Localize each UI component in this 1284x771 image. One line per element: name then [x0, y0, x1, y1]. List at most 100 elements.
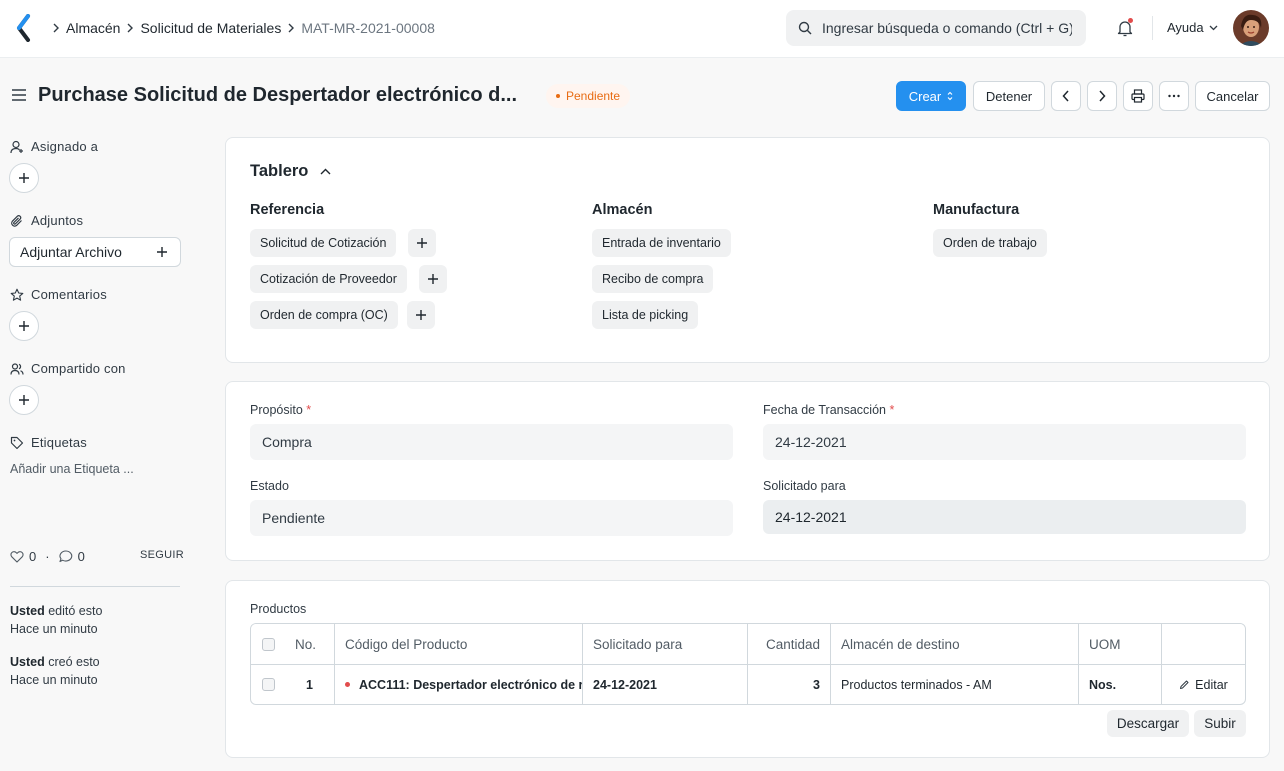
table-row[interactable]: 1 ACC111: Despertador electrónico de r 2…	[251, 664, 1245, 704]
header-required-by: Solicitado para	[582, 624, 747, 664]
warehouse-column-title: Almacén	[592, 202, 653, 218]
status-label: Pendiente	[566, 89, 621, 103]
plus-icon	[427, 273, 439, 285]
next-doc-button[interactable]	[1087, 81, 1117, 111]
comment-count: 0	[77, 549, 85, 564]
header-item-code: Código del Producto	[334, 624, 582, 664]
header-no: No.	[295, 636, 317, 652]
chevron-down-icon	[1209, 25, 1218, 31]
status-field: Pendiente	[250, 500, 733, 536]
row-edit-label: Editar	[1195, 677, 1228, 692]
cancel-button[interactable]: Cancelar	[1195, 81, 1270, 111]
status-field-label: Estado	[250, 479, 289, 493]
dashboard-toggle[interactable]: Tablero	[250, 162, 331, 181]
row-select-cell	[251, 665, 285, 704]
items-table: No. Código del Producto Solicitado para …	[250, 623, 1246, 705]
sidebar-divider	[10, 586, 180, 587]
plus-icon	[18, 394, 30, 406]
activity-item: Usted creó esto Hace un minuto	[10, 653, 100, 689]
link-stock-entry[interactable]: Entrada de inventario	[592, 229, 731, 257]
help-menu[interactable]: Ayuda	[1167, 20, 1218, 35]
row-no: 1	[306, 677, 313, 692]
breadcrumb-warehouse[interactable]: Almacén	[66, 20, 120, 36]
star-icon	[10, 288, 24, 302]
add-purchase-order-button[interactable]	[407, 301, 435, 329]
user-add-icon	[10, 140, 24, 154]
purpose-select[interactable]: Compra	[250, 424, 733, 460]
add-assignee-button[interactable]	[9, 163, 39, 193]
add-tag-link[interactable]: Añadir una Etiqueta ...	[10, 462, 134, 476]
shared-with-section: Compartido con	[10, 361, 126, 376]
row-checkbox[interactable]	[261, 678, 275, 691]
tag-icon	[10, 436, 24, 450]
attach-file-label: Adjuntar Archivo	[20, 244, 122, 260]
search-input[interactable]	[822, 20, 1072, 36]
header-actions	[1161, 624, 1245, 664]
sidebar-toggle-icon[interactable]	[11, 88, 27, 102]
activity-action: editó esto	[48, 604, 103, 618]
transaction-date-label: Fecha de Transacción *	[763, 403, 895, 417]
tags-section: Etiquetas	[10, 435, 87, 450]
select-all-cell	[251, 624, 285, 664]
link-supplier-quotation[interactable]: Cotización de Proveedor	[250, 265, 407, 293]
add-share-button[interactable]	[9, 385, 39, 415]
link-pick-list[interactable]: Lista de picking	[592, 301, 699, 329]
required-by-field[interactable]: 24-12-2021	[763, 500, 1246, 534]
select-all-checkbox[interactable]	[261, 637, 275, 651]
row-uom[interactable]: Nos.	[1078, 665, 1161, 704]
comment-bubble-icon	[59, 550, 73, 563]
pencil-icon	[1179, 679, 1190, 690]
link-purchase-order[interactable]: Orden de compra (OC)	[250, 301, 398, 329]
row-qty[interactable]: 3	[747, 665, 830, 704]
chevron-left-icon	[1062, 90, 1070, 102]
tags-label: Etiquetas	[31, 435, 88, 450]
row-warehouse[interactable]: Productos terminados - AM	[830, 665, 1078, 704]
select-arrows-icon	[947, 91, 953, 101]
link-work-order[interactable]: Orden de trabajo	[933, 229, 1047, 257]
attachments-label: Adjuntos	[31, 213, 84, 228]
search-bar[interactable]	[786, 10, 1086, 46]
plus-icon	[416, 237, 428, 249]
breadcrumb-material-request[interactable]: Solicitud de Materiales	[140, 20, 281, 36]
row-required-by[interactable]: 24-12-2021	[582, 665, 747, 704]
follow-button[interactable]: SEGUIR	[140, 549, 184, 561]
printer-icon	[1131, 89, 1145, 103]
link-purchase-receipt[interactable]: Recibo de compra	[592, 265, 714, 293]
row-item-code[interactable]: ACC111: Despertador electrónico de r	[334, 665, 582, 704]
likes-comments-summary: 0 · 0	[10, 549, 85, 564]
row-edit-button[interactable]: Editar	[1161, 665, 1245, 704]
download-button[interactable]: Descargar	[1107, 710, 1189, 737]
activity-action: creó esto	[48, 655, 100, 669]
add-supplier-quotation-button[interactable]	[419, 265, 447, 293]
app-logo[interactable]	[14, 14, 34, 42]
link-quotation-request[interactable]: Solicitud de Cotización	[250, 229, 397, 257]
activity-user: Usted	[10, 655, 45, 669]
transaction-date-field[interactable]: 24-12-2021	[763, 424, 1246, 460]
chevron-right-icon	[120, 23, 140, 33]
row-item-code-text: ACC111: Despertador electrónico de r	[359, 677, 582, 692]
print-button[interactable]	[1123, 81, 1153, 111]
paperclip-icon	[10, 214, 24, 228]
users-icon	[10, 362, 24, 376]
required-by-label: Solicitado para	[763, 479, 846, 493]
upload-button[interactable]: Subir	[1194, 710, 1246, 737]
assigned-to-section: Asignado a	[10, 139, 98, 154]
more-actions-button[interactable]	[1159, 81, 1189, 111]
previous-doc-button[interactable]	[1051, 81, 1081, 111]
purpose-label: Propósito *	[250, 403, 312, 417]
heart-icon[interactable]	[10, 550, 24, 563]
breadcrumb-document[interactable]: MAT-MR-2021-00008	[301, 20, 435, 36]
plus-icon	[156, 246, 168, 258]
create-button[interactable]: Crear	[896, 81, 966, 111]
attach-file-button[interactable]: Adjuntar Archivo	[9, 237, 181, 267]
chevron-right-icon	[281, 23, 301, 33]
add-comment-button[interactable]	[9, 311, 39, 341]
table-header-row: No. Código del Producto Solicitado para …	[251, 624, 1245, 664]
stop-button[interactable]: Detener	[973, 81, 1045, 111]
help-label: Ayuda	[1167, 20, 1204, 35]
plus-icon	[415, 309, 427, 321]
add-quotation-request-button[interactable]	[408, 229, 436, 257]
item-status-dot	[345, 682, 350, 687]
chevron-right-icon	[1098, 90, 1106, 102]
user-avatar[interactable]	[1233, 10, 1269, 46]
